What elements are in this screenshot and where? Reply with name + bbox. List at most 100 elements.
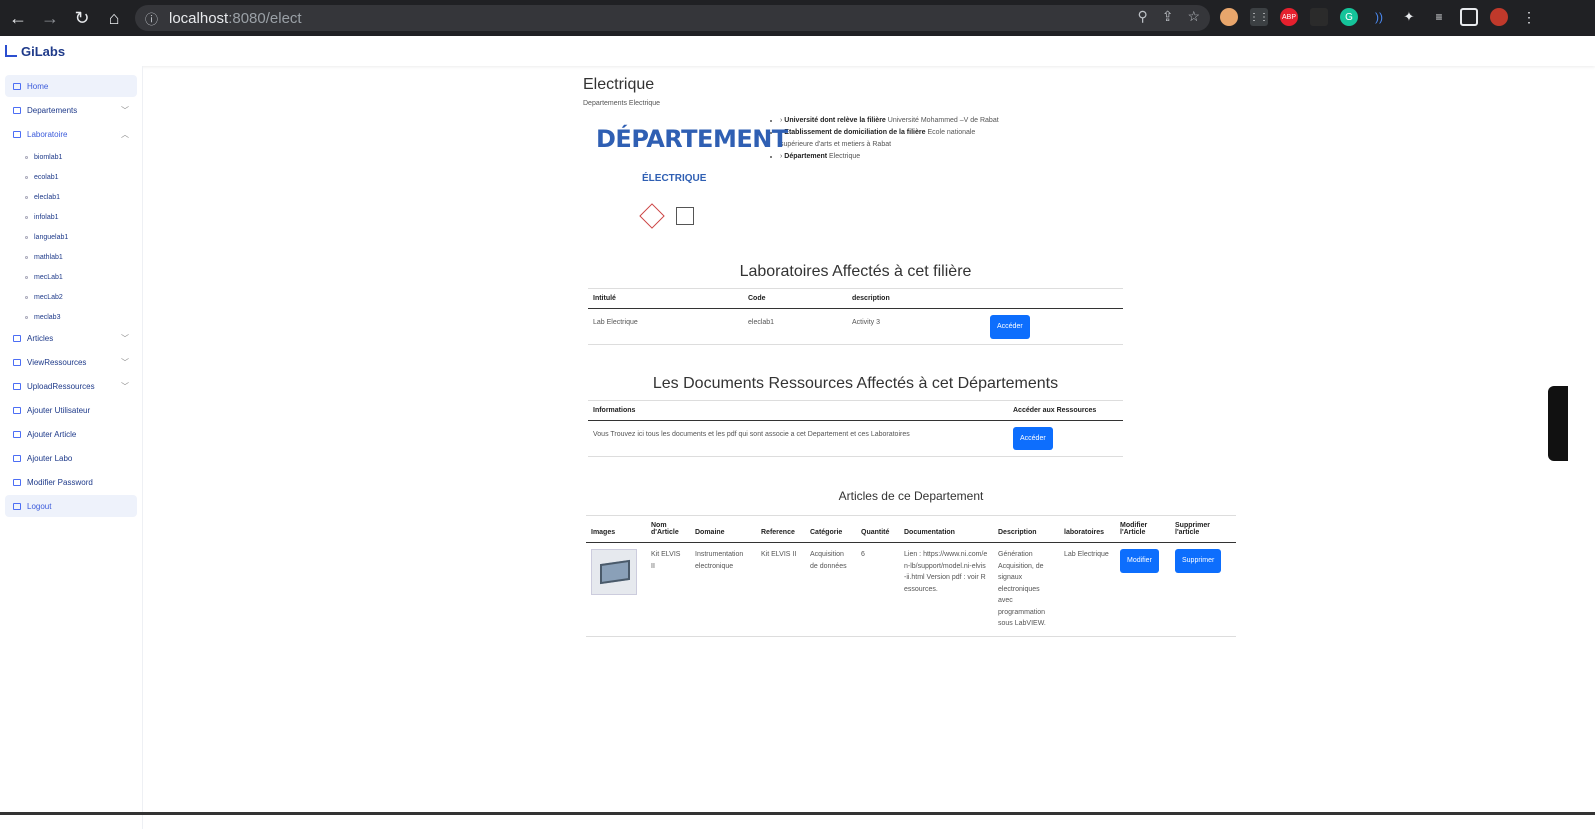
reload-icon[interactable]: ↻ xyxy=(66,8,98,29)
form-icon xyxy=(13,430,21,438)
table-header-row: Intitulé Code description xyxy=(588,288,1123,309)
lab-code-cell: eleclab1 xyxy=(743,308,847,345)
form-icon xyxy=(13,454,21,462)
zoom-icon[interactable]: ⚲ xyxy=(1137,8,1147,25)
delete-article-button[interactable]: Supprimer xyxy=(1175,549,1222,573)
column-header: Images xyxy=(586,515,646,543)
sidebar-item-departements[interactable]: Departements ﹀ xyxy=(5,99,137,121)
sidepanel-icon[interactable] xyxy=(1460,8,1478,26)
column-header: Accéder aux Ressources xyxy=(1008,399,1123,421)
table-row: Kit ELVIS II Instrumentation electroniqu… xyxy=(586,542,1236,637)
column-header: Domaine xyxy=(690,515,756,543)
page-title: Electrique xyxy=(583,76,655,93)
sidebar-item-articles[interactable]: Articles ﹀ xyxy=(5,327,137,349)
back-icon[interactable]: ← xyxy=(2,8,34,29)
documents-section: Les Documents Ressources Affectés à cet … xyxy=(588,375,1123,458)
puzzle-icon[interactable]: ✦ xyxy=(1400,8,1418,26)
lab-label: biomlab1 xyxy=(34,153,63,161)
table-icon xyxy=(13,382,21,390)
chevron-down-icon: ﹀ xyxy=(121,381,129,391)
modify-article-button[interactable]: Modifier xyxy=(1120,549,1159,573)
bullet-icon xyxy=(25,155,28,159)
sidebar-item-viewressources[interactable]: ViewRessources ﹀ xyxy=(5,351,137,373)
app-header: GiLabs xyxy=(0,36,1595,66)
extension-icon[interactable] xyxy=(1310,8,1328,26)
bookmark-star-icon[interactable]: ☆ xyxy=(1187,8,1200,25)
sidebar-item-uploadressources[interactable]: UploadRessources ﹀ xyxy=(5,375,137,397)
sidebar-lab-item[interactable]: infolab1 xyxy=(5,207,137,227)
documents-access-button[interactable]: Accéder xyxy=(1013,426,1053,450)
sidebar-lab-item[interactable]: ecolab1 xyxy=(5,167,137,187)
lab-label: eleclab1 xyxy=(34,193,61,201)
sidebar-item-laboratoire[interactable]: Laboratoire ︿ xyxy=(5,123,137,145)
info-value: Electrique xyxy=(829,153,861,160)
sidebar-item-home[interactable]: Home xyxy=(5,75,137,97)
sidebar-lab-item[interactable]: mecLab2 xyxy=(5,287,137,307)
chevron-down-icon: ﹀ xyxy=(121,105,129,115)
column-header: Documentation xyxy=(899,515,993,543)
table-header-row: Images Nom d'Article Domaine Reference C… xyxy=(586,515,1236,543)
sidebar-item-ajouter-labo[interactable]: Ajouter Labo xyxy=(5,447,137,469)
address-bar[interactable]: ⓘ localhost:8080/elect ⚲ ⇪ ☆ xyxy=(135,5,1210,31)
sidebar-lab-item[interactable]: eleclab1 xyxy=(5,187,137,207)
sidebar-lab-item[interactable]: mathlab1 xyxy=(5,247,137,267)
column-header: description xyxy=(847,288,985,309)
lab-label: languelab1 xyxy=(34,233,69,241)
taskbar-edge xyxy=(0,812,1595,815)
sidebar-item-label: Articles xyxy=(27,333,54,343)
grid-extension-icon[interactable]: ⋮⋮ xyxy=(1249,8,1269,26)
article-documentation-cell: Lien : https://www.ni.com/en-lb/support/… xyxy=(899,542,993,637)
labs-table: Intitulé Code description Lab Electrique… xyxy=(588,288,1123,345)
article-name-cell: Kit ELVIS II xyxy=(646,542,690,637)
chevron-down-icon: ﹀ xyxy=(121,333,129,343)
column-header: Code xyxy=(743,288,847,309)
sidebar-item-logout[interactable]: Logout xyxy=(5,495,137,517)
column-header: Informations xyxy=(588,399,1008,421)
blackbox-ai-tab[interactable] xyxy=(1548,386,1568,461)
wifi-extension-icon[interactable]: )) xyxy=(1370,8,1388,26)
adblock-icon[interactable]: ABP xyxy=(1280,8,1298,26)
sidebar-item-modifier-password[interactable]: Modifier Password xyxy=(5,471,137,493)
article-lab-cell: Lab Electrique xyxy=(1059,542,1115,637)
table-row: Lab Electrique eleclab1 Activity 3 Accéd… xyxy=(588,308,1123,345)
sidebar-item-label: Home xyxy=(27,81,49,91)
menu-icon[interactable]: ⋮ xyxy=(1520,8,1538,26)
extension-icon[interactable] xyxy=(1220,8,1238,26)
bullet-icon xyxy=(25,275,28,279)
sidebar-lab-item[interactable]: mecLab1 xyxy=(5,267,137,287)
sidebar-item-ajouter-article[interactable]: Ajouter Article xyxy=(5,423,137,445)
bullet-icon xyxy=(25,295,28,299)
info-label: Département xyxy=(784,153,828,160)
bullet-icon xyxy=(25,175,28,179)
bullet-icon xyxy=(25,235,28,239)
app-name[interactable]: GiLabs xyxy=(21,44,65,59)
lab-access-button[interactable]: Accéder xyxy=(990,315,1030,339)
share-icon[interactable]: ⇪ xyxy=(1162,8,1174,25)
sidebar-lab-item[interactable]: languelab1 xyxy=(5,227,137,247)
department-image: DÉPARTEMENT ÉLECTRIQUE xyxy=(583,115,788,243)
main-content: Electrique Departements Electrique DÉPAR… xyxy=(583,66,1243,637)
info-icon[interactable]: ⓘ xyxy=(145,9,165,28)
article-description-cell: Génération Acquisition, de signaux elect… xyxy=(993,542,1059,637)
sidebar-item-label: Modifier Password xyxy=(27,477,93,487)
sidebar-lab-item[interactable]: meclab3 xyxy=(5,307,137,327)
list-item: › Département Electrique xyxy=(780,151,1000,163)
sidebar-item-label: Ajouter Labo xyxy=(27,453,73,463)
grammarly-icon[interactable]: G xyxy=(1340,8,1358,26)
lab-label: infolab1 xyxy=(34,213,59,221)
lab-name-cell: Lab Electrique xyxy=(588,308,743,345)
form-icon xyxy=(13,478,21,486)
gilabs-logo-icon xyxy=(5,45,17,57)
home-icon[interactable]: ⌂ xyxy=(98,8,130,29)
info-label: Etablissement de domiciliation de la fil… xyxy=(784,129,926,136)
articles-section-title: Articles de ce Departement xyxy=(838,489,984,503)
sidebar-item-label: Laboratoire xyxy=(27,129,68,139)
forward-icon[interactable]: → xyxy=(34,8,66,29)
list-item: › Etablissement de domiciliation de la f… xyxy=(780,127,1000,151)
sidebar-item-ajouter-utilisateur[interactable]: Ajouter Utilisateur xyxy=(5,399,137,421)
bullet-icon xyxy=(25,315,28,319)
media-icon[interactable]: ≡ xyxy=(1430,8,1448,26)
column-header: Quantité xyxy=(856,515,899,543)
profile-avatar[interactable] xyxy=(1490,8,1508,26)
sidebar-lab-item[interactable]: biomlab1 xyxy=(5,147,137,167)
